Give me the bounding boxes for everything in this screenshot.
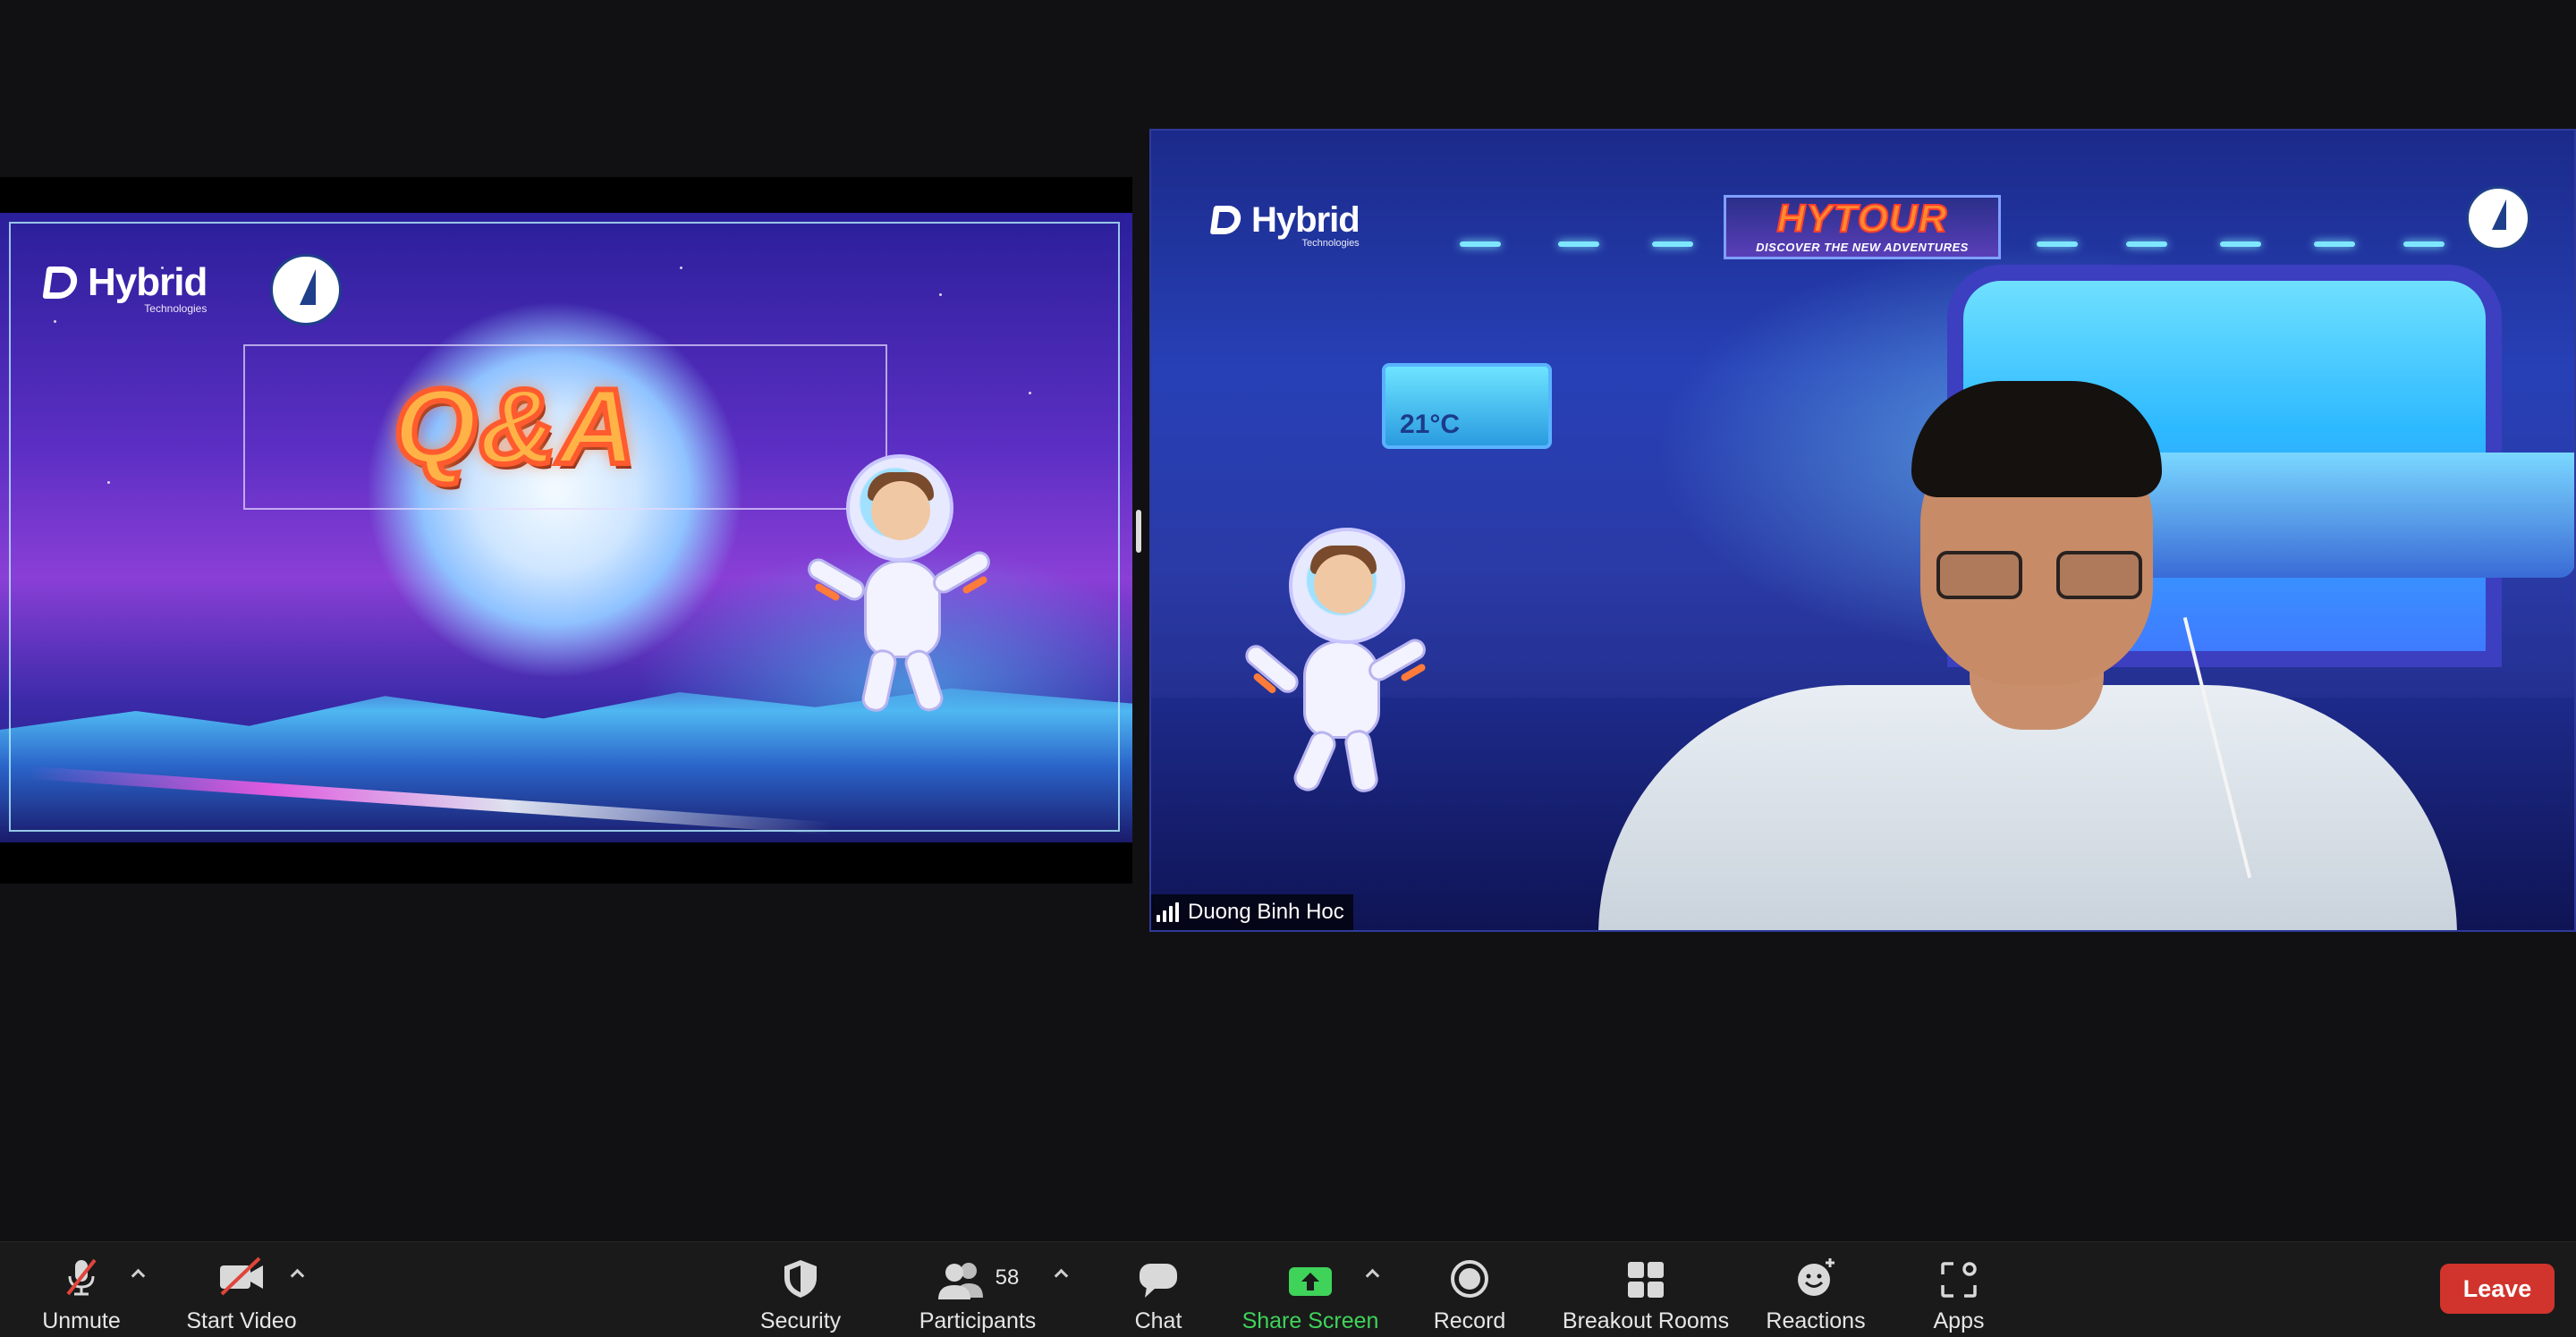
security-label: Security bbox=[759, 1308, 842, 1333]
unmute-button[interactable]: Unmute bbox=[27, 1242, 136, 1337]
participants-button[interactable]: 58 Participants bbox=[911, 1242, 1045, 1337]
grid-icon bbox=[1626, 1251, 1665, 1299]
muted-microphone-icon bbox=[59, 1251, 104, 1299]
people-icon: 58 bbox=[936, 1251, 1020, 1299]
share-screen-button[interactable]: Share Screen bbox=[1238, 1242, 1383, 1337]
participant-name-label: Duong Binh Hoc bbox=[1151, 894, 1353, 930]
unmute-label: Unmute bbox=[42, 1308, 121, 1333]
participant-video-tile[interactable]: 21°C Hybrid Technologies HYTOUR DISCOVER… bbox=[1149, 129, 2576, 932]
hytour-subtitle: DISCOVER THE NEW ADVENTURES bbox=[1756, 241, 1969, 254]
split-resize-handle[interactable] bbox=[1136, 510, 1141, 553]
reactions-button[interactable]: Reactions bbox=[1762, 1242, 1869, 1337]
leave-button[interactable]: Leave bbox=[2440, 1264, 2555, 1314]
share-screen-label: Share Screen bbox=[1241, 1308, 1379, 1333]
temperature-display: 21°C bbox=[1382, 363, 1552, 449]
video-off-icon bbox=[216, 1251, 267, 1299]
shared-slide: Hybrid Technologies Q&A bbox=[0, 213, 1132, 842]
shared-content-panel: Hybrid Technologies Q&A bbox=[0, 177, 1132, 884]
security-button[interactable]: Security bbox=[747, 1242, 854, 1337]
video-hybrid-logo-subtext: Technologies bbox=[1301, 238, 1360, 249]
record-label: Record bbox=[1433, 1308, 1506, 1333]
chat-button[interactable]: Chat bbox=[1123, 1242, 1194, 1337]
share-options-caret-icon[interactable] bbox=[1365, 1265, 1379, 1280]
start-video-button[interactable]: Start Video bbox=[179, 1242, 304, 1337]
participants-label: Participants bbox=[919, 1308, 1037, 1333]
slide-border bbox=[9, 222, 1120, 832]
smiley-plus-icon bbox=[1794, 1251, 1837, 1299]
chat-bubble-icon bbox=[1138, 1251, 1179, 1299]
video-hybrid-logo-text: Hybrid bbox=[1251, 200, 1360, 240]
participant-person bbox=[1598, 363, 2457, 930]
video-hybrid-logo-icon bbox=[1208, 202, 1244, 238]
shield-icon bbox=[781, 1251, 820, 1299]
chat-label: Chat bbox=[1134, 1308, 1182, 1333]
video-school-seal-icon bbox=[2466, 186, 2530, 250]
reactions-label: Reactions bbox=[1766, 1308, 1866, 1333]
breakout-rooms-button[interactable]: Breakout Rooms bbox=[1556, 1242, 1735, 1337]
breakout-rooms-label: Breakout Rooms bbox=[1562, 1308, 1730, 1333]
video-astronaut-illustration bbox=[1205, 506, 1437, 882]
meeting-toolbar: Unmute Start Video Security 58 Participa… bbox=[0, 1241, 2576, 1337]
connection-signal-icon bbox=[1157, 902, 1179, 922]
participant-name: Duong Binh Hoc bbox=[1188, 900, 1344, 924]
record-icon bbox=[1449, 1251, 1490, 1299]
hytour-badge: HYTOUR DISCOVER THE NEW ADVENTURES bbox=[1724, 195, 2001, 259]
hytour-title: HYTOUR bbox=[1776, 197, 1948, 241]
record-button[interactable]: Record bbox=[1422, 1242, 1517, 1337]
start-video-label: Start Video bbox=[186, 1308, 297, 1333]
video-options-caret-icon[interactable] bbox=[290, 1265, 304, 1280]
apps-icon bbox=[1939, 1251, 1979, 1299]
participants-options-caret-icon[interactable] bbox=[1054, 1265, 1068, 1280]
apps-button[interactable]: Apps bbox=[1923, 1242, 1995, 1337]
apps-label: Apps bbox=[1933, 1308, 1985, 1333]
share-screen-icon bbox=[1287, 1251, 1334, 1299]
participants-count: 58 bbox=[995, 1265, 1020, 1290]
glasses bbox=[1936, 551, 2142, 601]
audio-options-caret-icon[interactable] bbox=[131, 1265, 145, 1280]
temperature-value: 21°C bbox=[1400, 410, 1461, 439]
video-hybrid-logo: Hybrid Technologies bbox=[1208, 200, 1360, 249]
